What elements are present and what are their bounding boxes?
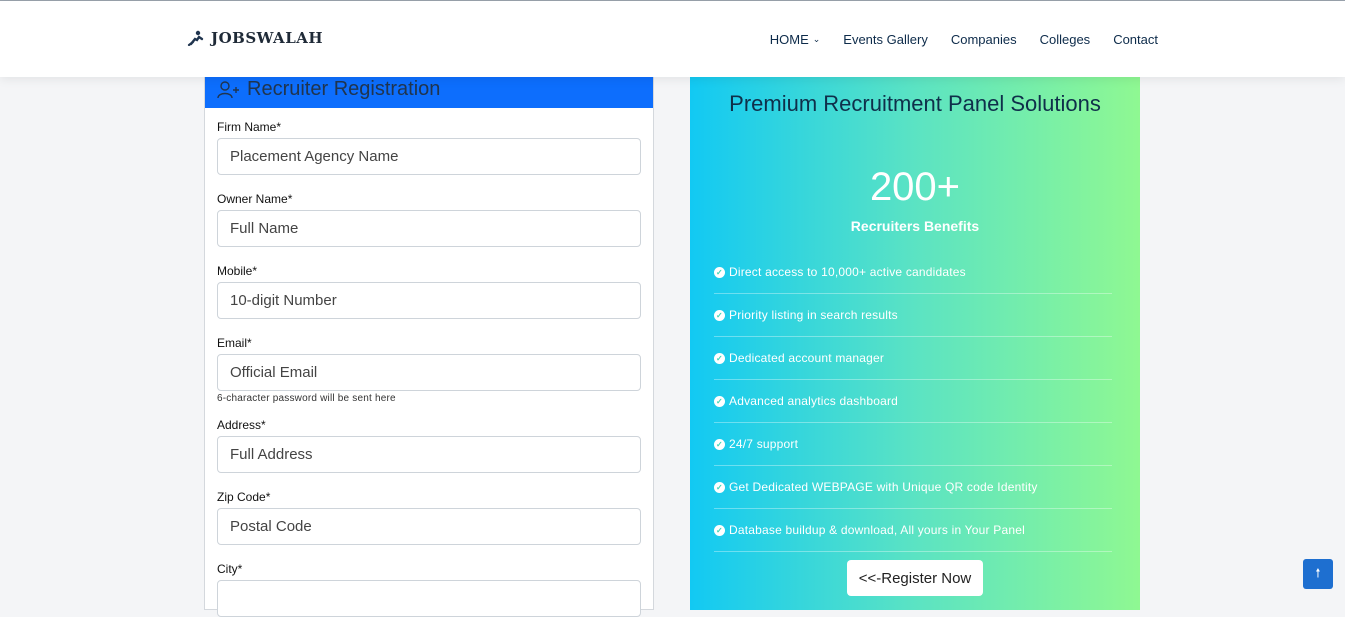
owner-name-placeholder: Full Name bbox=[230, 220, 299, 237]
premium-panel: Premium Recruitment Panel Solutions 200+… bbox=[690, 70, 1140, 610]
nav-events-gallery[interactable]: Events Gallery bbox=[843, 32, 928, 47]
owner-name-label: Owner Name* bbox=[217, 192, 293, 206]
benefit-text: Database buildup & download, All yours i… bbox=[729, 523, 1025, 537]
benefit-text: Get Dedicated WEBPAGE with Unique QR cod… bbox=[729, 480, 1038, 494]
list-item: ✓ Priority listing in search results bbox=[714, 294, 1112, 337]
form-title: Recruiter Registration bbox=[247, 78, 441, 100]
check-circle-icon: ✓ bbox=[714, 309, 725, 321]
email-input[interactable]: Official Email bbox=[217, 354, 641, 391]
mobile-placeholder: 10-digit Number bbox=[230, 292, 337, 309]
benefits-subtitle: Recruiters Benefits bbox=[850, 218, 980, 234]
email-label: Email* bbox=[217, 336, 252, 350]
recruiter-count: 200+ bbox=[869, 165, 961, 209]
check-circle-icon: ✓ bbox=[714, 438, 725, 450]
list-item: ✓ Direct access to 10,000+ active candida… bbox=[714, 251, 1112, 294]
brand-name: JOBSWALAH bbox=[211, 29, 324, 47]
email-hint: 6-character password will be sent here bbox=[217, 393, 396, 404]
chevron-down-icon: ⌄ bbox=[812, 34, 821, 44]
email-placeholder: Official Email bbox=[230, 364, 318, 381]
list-item: ✓ 24/7 support bbox=[714, 423, 1112, 466]
nav-companies[interactable]: Companies bbox=[951, 32, 1017, 47]
zip-code-label: Zip Code* bbox=[217, 490, 271, 504]
list-item: ✓ Get Dedicated WEBPAGE with Unique QR co… bbox=[714, 466, 1112, 509]
city-label: City* bbox=[217, 562, 243, 576]
person-walking-icon bbox=[187, 30, 204, 46]
benefit-text: Advanced analytics dashboard bbox=[729, 394, 899, 408]
register-now-button[interactable]: <<-Register Now bbox=[847, 560, 983, 596]
nav-home-label: HOME bbox=[769, 32, 809, 47]
check-circle-icon: ✓ bbox=[714, 395, 725, 407]
nav-contact[interactable]: Contact bbox=[1113, 32, 1158, 47]
nav-colleges-label: Colleges bbox=[1039, 32, 1091, 47]
list-item: ✓ Database buildup & download, All yours … bbox=[714, 509, 1112, 552]
check-circle-icon: ✓ bbox=[714, 352, 725, 364]
firm-name-placeholder: Placement Agency Name bbox=[230, 148, 399, 165]
address-input[interactable]: Full Address bbox=[217, 436, 641, 473]
benefit-text: Direct access to 10,000+ active candidat… bbox=[729, 265, 966, 279]
recruiter-registration-card: Recruiter Registration Firm Name* Placem… bbox=[204, 70, 654, 617]
panel-title: Premium Recruitment Panel Solutions bbox=[729, 91, 1101, 116]
nav-companies-label: Companies bbox=[950, 32, 1017, 47]
benefit-text: 24/7 support bbox=[729, 437, 799, 451]
benefit-text: Priority listing in search results bbox=[729, 308, 898, 322]
list-item: ✓ Advanced analytics dashboard bbox=[714, 380, 1112, 423]
firm-name-label: Firm Name* bbox=[217, 120, 282, 134]
nav-contact-label: Contact bbox=[1113, 32, 1158, 47]
check-circle-icon: ✓ bbox=[714, 266, 725, 278]
registration-form: Firm Name* Placement Agency Name Owner N… bbox=[205, 108, 653, 617]
firm-name-input[interactable]: Placement Agency Name bbox=[217, 138, 641, 175]
address-placeholder: Full Address bbox=[230, 446, 313, 463]
nav-events-label: Events Gallery bbox=[843, 32, 928, 47]
zip-code-input[interactable]: Postal Code bbox=[217, 508, 641, 545]
main-nav: HOME ⌄ Events Gallery Companies Colleges… bbox=[770, 32, 1158, 47]
benefit-text: Dedicated account manager bbox=[729, 351, 885, 365]
nav-colleges[interactable]: Colleges bbox=[1040, 32, 1091, 47]
arrow-up-icon: 🠕 bbox=[1315, 565, 1321, 580]
check-circle-icon: ✓ bbox=[714, 524, 725, 536]
benefits-list: ✓ Direct access to 10,000+ active candida… bbox=[714, 251, 1112, 552]
list-item: ✓ Dedicated account manager bbox=[714, 337, 1112, 380]
nav-home[interactable]: HOME ⌄ bbox=[770, 32, 821, 47]
city-input[interactable] bbox=[217, 580, 641, 617]
address-label: Address* bbox=[217, 418, 266, 432]
owner-name-input[interactable]: Full Name bbox=[217, 210, 641, 247]
site-header: JOBSWALAH HOME ⌄ Events Gallery Companie… bbox=[0, 1, 1345, 77]
mobile-label: Mobile* bbox=[217, 264, 258, 278]
scroll-top-button[interactable]: 🠕 bbox=[1303, 559, 1333, 589]
zip-code-placeholder: Postal Code bbox=[230, 518, 312, 535]
mobile-input[interactable]: 10-digit Number bbox=[217, 282, 641, 319]
brand-logo[interactable]: JOBSWALAH bbox=[187, 29, 323, 47]
user-plus-icon bbox=[217, 80, 239, 98]
check-circle-icon: ✓ bbox=[714, 481, 725, 493]
